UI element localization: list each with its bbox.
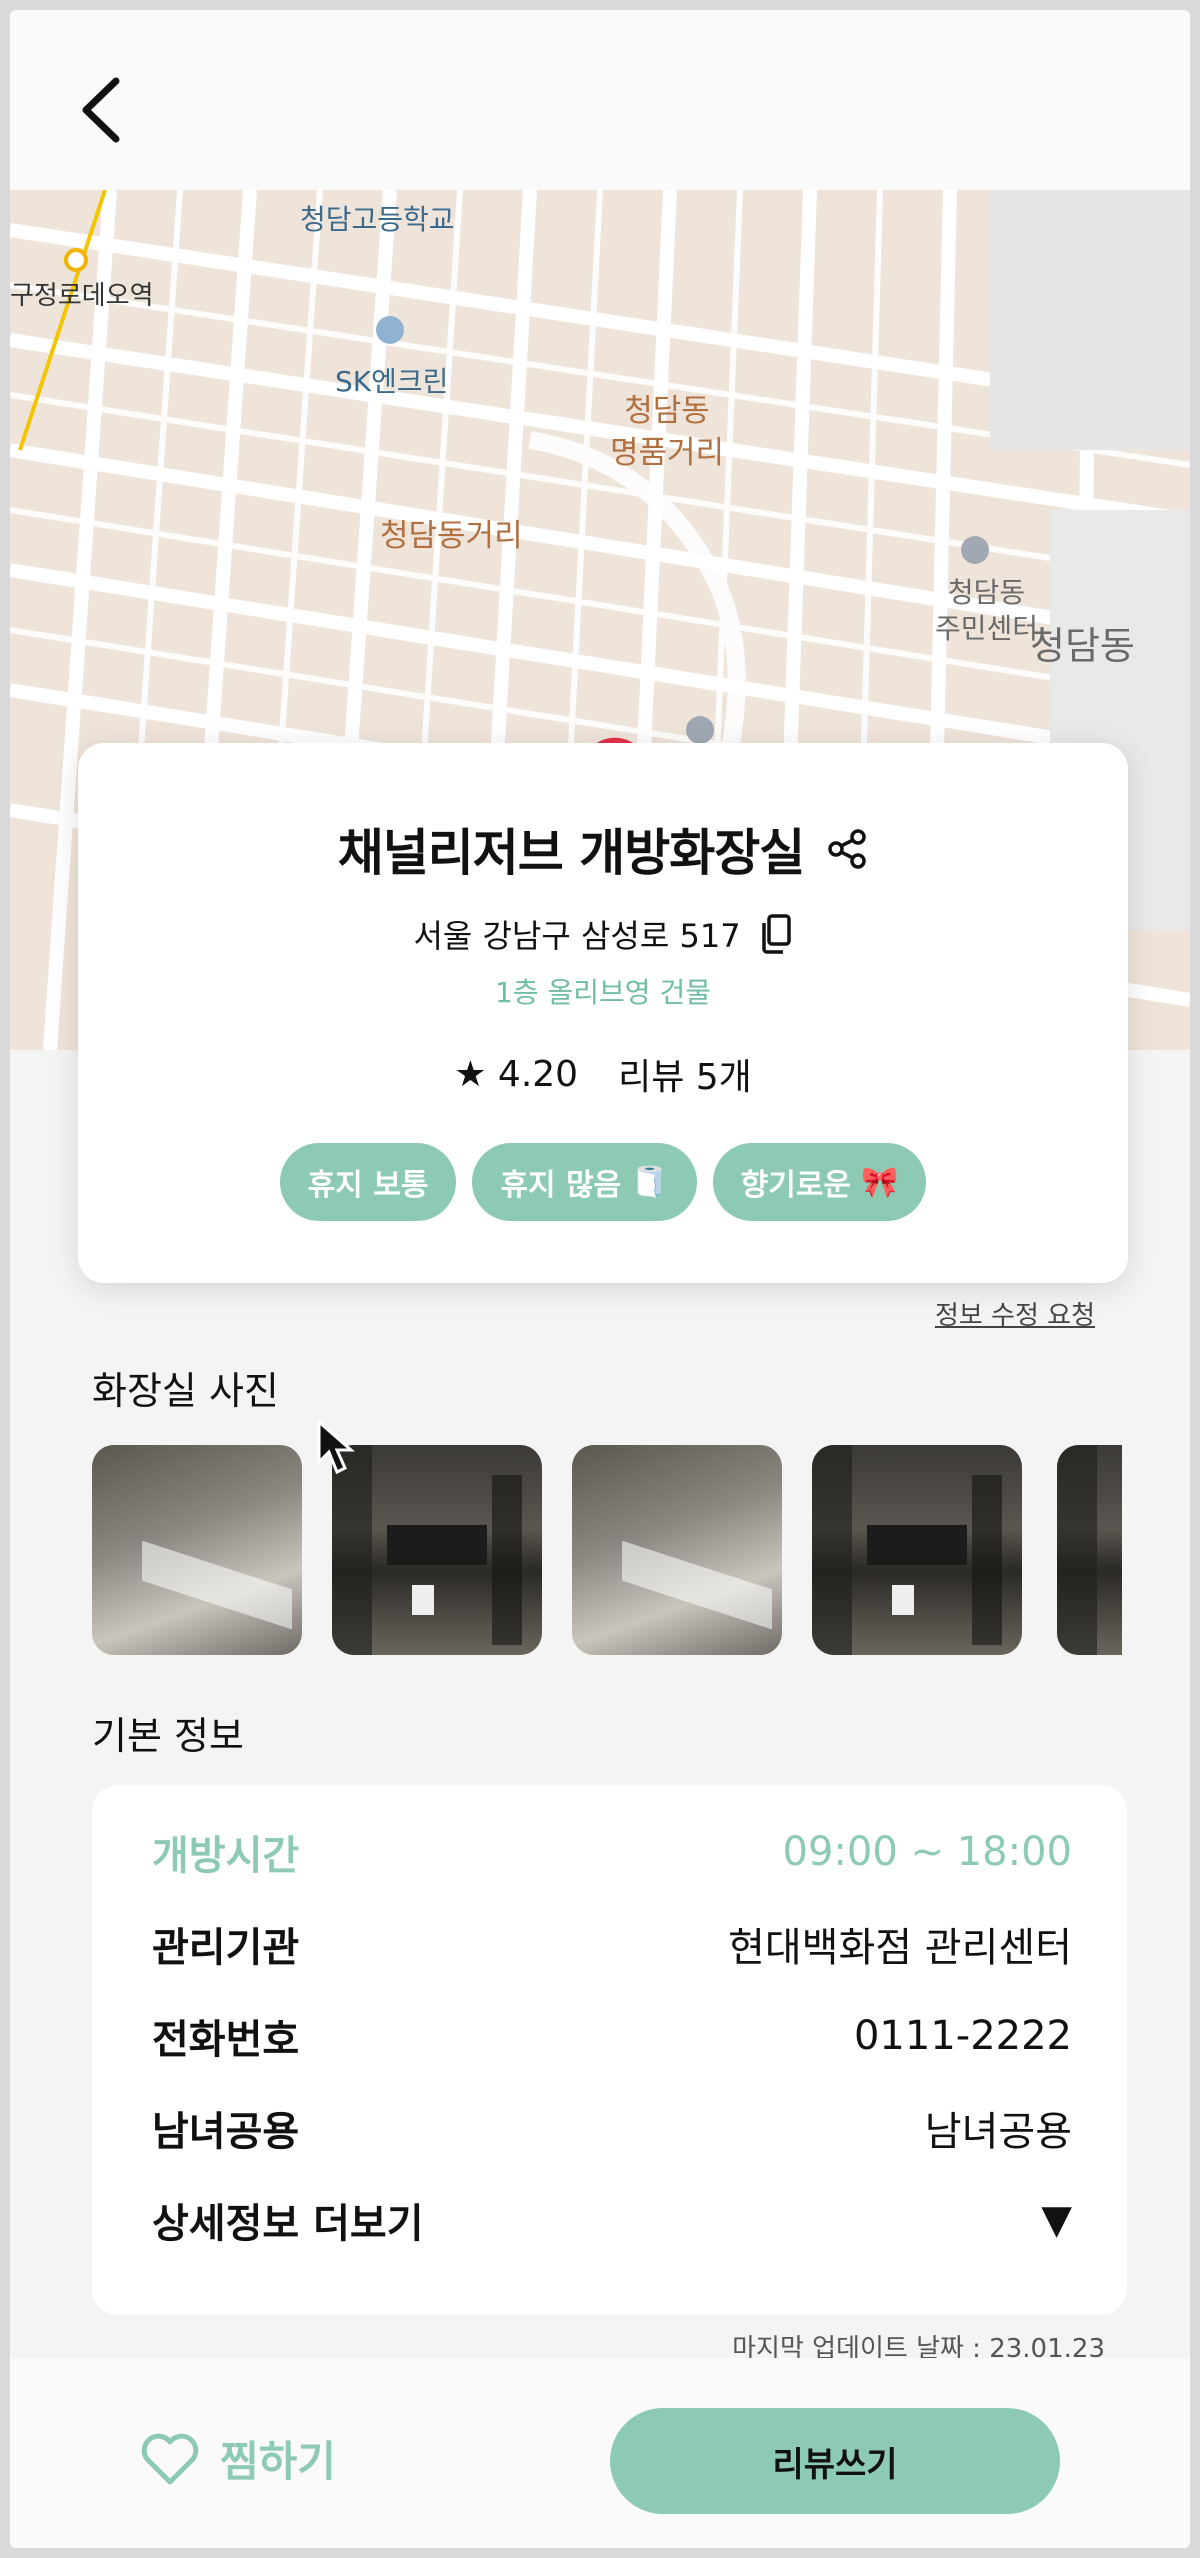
toilet-photo[interactable] — [92, 1445, 302, 1655]
tag-chip-label: 휴지 보통 — [307, 1168, 429, 1203]
map-label-district: 청담동 — [1030, 624, 1135, 668]
info-row-hours: 개방시간 09:00 ~ 18:00 — [152, 1823, 1072, 1881]
map-label-center-line2: 주민센터 — [935, 612, 1039, 645]
map-label-luxury: 청담동 명품거리 — [610, 390, 724, 474]
back-button[interactable] — [65, 70, 135, 150]
chevron-left-icon — [82, 77, 120, 143]
info-value: 09:00 ~ 18:00 — [782, 1829, 1073, 1875]
map-label-luxury-line2: 명품거리 — [610, 435, 725, 471]
info-row-unisex: 남녀공용 남녀공용 — [152, 2099, 1072, 2157]
toilet-photo[interactable] — [812, 1445, 1022, 1655]
tag-chip: 휴지 많음 🧻 — [472, 1143, 697, 1221]
heart-icon — [141, 2433, 199, 2484]
floor-info: 1층 올리브영 건물 — [495, 976, 711, 1009]
toilet-paper-icon: 🧻 — [631, 1164, 669, 1200]
info-value: 남녀공용 — [924, 2109, 1072, 2155]
edit-request-link[interactable]: 정보 수정 요청 — [935, 1295, 1095, 1332]
tag-chip: 향기로운 🎀 — [712, 1143, 927, 1221]
mouse-cursor-icon — [317, 1420, 355, 1475]
info-key: 개방시간 — [152, 1833, 300, 1879]
share-icon[interactable] — [826, 828, 868, 870]
toilet-info-card: 채널리저브 개방화장실 서울 강남구 삼성로 517 1층 올리브영 건물 ★ … — [78, 743, 1128, 1283]
map-label-school: 청담고등학교 — [300, 203, 455, 236]
toilet-photo[interactable] — [1057, 1445, 1122, 1655]
info-row-manager: 관리기관 현대백화점 관리센터 — [152, 1915, 1072, 1973]
info-key: 상세정보 더보기 — [152, 2201, 424, 2247]
favorite-button[interactable]: 찜하기 — [140, 2428, 336, 2489]
top-bar — [10, 10, 1190, 190]
map-label-station: 구정로데오역 — [10, 281, 154, 311]
toilet-photo[interactable] — [572, 1445, 782, 1655]
card-title-row: 채널리저브 개방화장실 — [78, 813, 1128, 885]
info-row-phone: 전화번호 0111-2222 — [152, 2007, 1072, 2065]
triangle-down-icon: ▼ — [1041, 2197, 1072, 2243]
basic-info-title: 기본 정보 — [92, 1714, 244, 1758]
tag-chip: 휴지 보통 — [279, 1143, 457, 1221]
info-key: 전화번호 — [152, 2017, 300, 2063]
tag-chip-label: 향기로운 — [740, 1168, 852, 1203]
more-details-toggle[interactable]: 상세정보 더보기 ▼ — [152, 2191, 1072, 2249]
write-review-button[interactable]: 리뷰쓰기 — [610, 2408, 1060, 2514]
info-key: 관리기관 — [152, 1925, 300, 1971]
info-value: 현대백화점 관리센터 — [728, 1925, 1072, 1971]
address-row: 서울 강남구 삼성로 517 — [78, 911, 1128, 957]
review-count[interactable]: 리뷰 5개 — [618, 1048, 752, 1100]
photos-section-title: 화장실 사진 — [92, 1369, 279, 1413]
app-screen: 청담고등학교 구정로데오역 SK엔크린 청담동 명품거리 청담동거리 청담동 주… — [10, 10, 1190, 2548]
bottom-action-bar: 찜하기 리뷰쓰기 — [10, 2358, 1190, 2548]
favorite-label: 찜하기 — [220, 2437, 336, 2486]
map-label-community-center: 청담동 주민센터 — [935, 575, 1038, 647]
map-label-street: 청담동거리 — [380, 518, 523, 554]
address-text: 서울 강남구 삼성로 517 — [413, 917, 741, 955]
toilet-name: 채널리저브 개방화장실 — [337, 824, 805, 882]
tag-chip-label: 휴지 많음 — [500, 1168, 622, 1203]
map-label-luxury-line1: 청담동 — [624, 393, 710, 429]
info-value[interactable]: 0111-2222 — [854, 2013, 1072, 2059]
basic-info-card: 개방시간 09:00 ~ 18:00 관리기관 현대백화점 관리센터 전화번호 … — [92, 1785, 1127, 2315]
ribbon-icon: 🎀 — [861, 1164, 899, 1200]
map-label-center-line1: 청담동 — [947, 576, 1026, 609]
photo-gallery[interactable] — [92, 1435, 1122, 1655]
rating-row: ★ 4.20 리뷰 5개 — [78, 1048, 1128, 1100]
info-key: 남녀공용 — [152, 2109, 300, 2155]
copy-icon[interactable] — [759, 914, 793, 954]
rating-value: ★ 4.20 — [454, 1053, 579, 1095]
tag-chips: 휴지 보통 휴지 많음 🧻 향기로운 🎀 — [78, 1143, 1128, 1221]
map-label-sk: SK엔크린 — [335, 365, 449, 398]
toilet-photo[interactable] — [332, 1445, 542, 1655]
